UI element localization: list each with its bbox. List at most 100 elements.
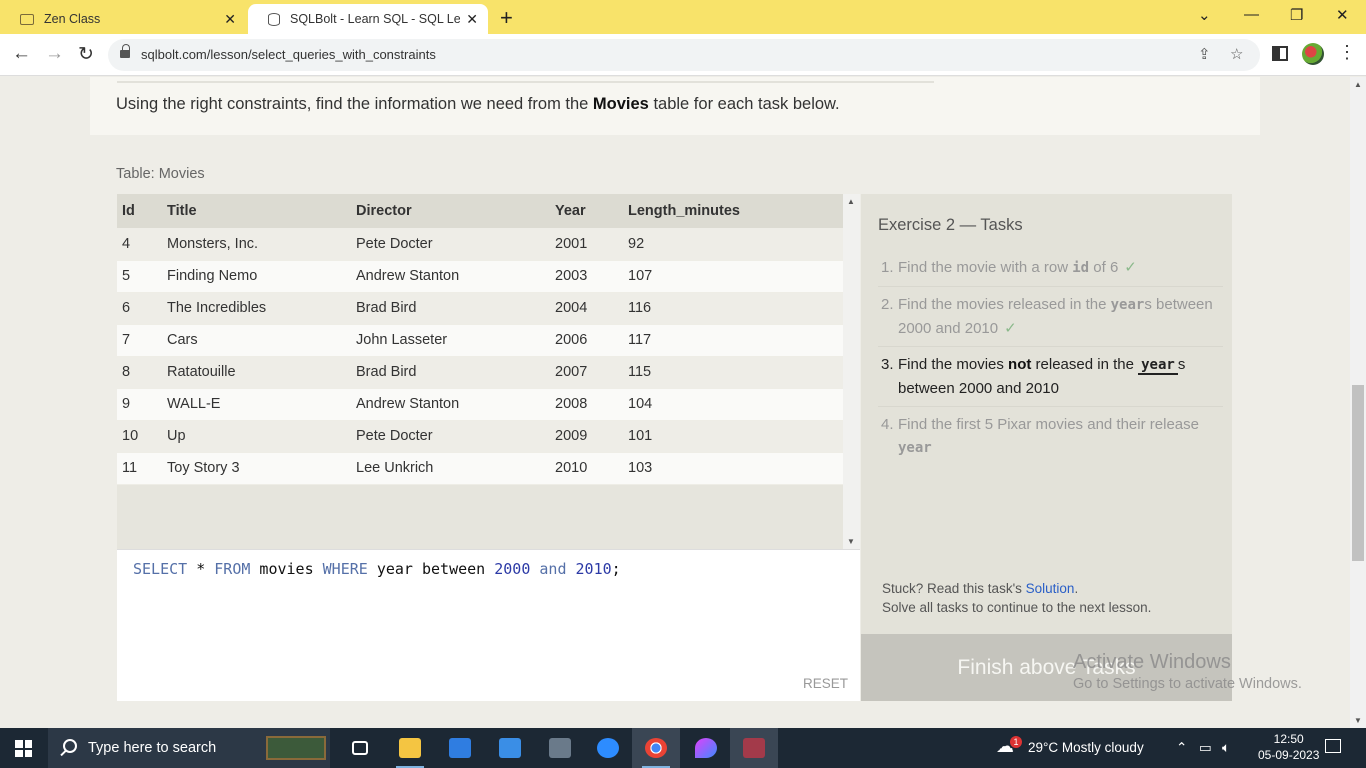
share-icon[interactable]: ⇪ bbox=[1198, 45, 1211, 63]
volume-icon[interactable]: 🔈︎ bbox=[1222, 740, 1230, 756]
task-text: released in the bbox=[1031, 356, 1139, 373]
tab-zen-class[interactable]: Zen Class ✕ bbox=[0, 4, 246, 34]
microsoft-store-icon[interactable] bbox=[436, 728, 484, 768]
task-code: year bbox=[1138, 357, 1178, 375]
kebab-menu-icon[interactable]: ⋮ bbox=[1338, 42, 1356, 63]
cell-id: 6 bbox=[117, 292, 162, 325]
column-header-title: Title bbox=[162, 194, 351, 228]
cell-length: 115 bbox=[623, 356, 843, 389]
tab-sqlbolt[interactable]: SQLBolt - Learn SQL - SQL Lesson ✕ bbox=[248, 4, 488, 34]
cell-director: Andrew Stanton bbox=[351, 260, 550, 293]
scroll-down-arrow-icon[interactable]: ▼ bbox=[847, 537, 855, 546]
page-scrollbar[interactable]: ▲ ▼ bbox=[1350, 77, 1366, 728]
reload-icon[interactable]: ↻ bbox=[78, 43, 94, 66]
browser-tab-bar: Zen Class ✕ SQLBolt - Learn SQL - SQL Le… bbox=[0, 0, 1366, 34]
search-highlight-image[interactable] bbox=[266, 736, 326, 760]
cell-director: Pete Docter bbox=[351, 228, 550, 261]
zoom-icon[interactable] bbox=[584, 728, 632, 768]
back-arrow-icon[interactable]: ← bbox=[12, 43, 31, 65]
weather-text[interactable]: 29°C Mostly cloudy bbox=[1028, 740, 1144, 755]
sql-text: * bbox=[187, 560, 215, 578]
url-text[interactable]: sqlbolt.com/lesson/select_queries_with_c… bbox=[141, 47, 436, 62]
notifications-icon[interactable] bbox=[1325, 739, 1341, 753]
scroll-up-arrow-icon[interactable]: ▲ bbox=[847, 197, 855, 206]
cell-director: Andrew Stanton bbox=[351, 388, 550, 421]
task-code: year bbox=[898, 440, 932, 456]
window-close-icon[interactable]: ✕ bbox=[1336, 6, 1349, 24]
divider bbox=[117, 81, 934, 83]
cell-year: 2009 bbox=[550, 420, 623, 453]
solution-link[interactable]: Solution bbox=[1026, 581, 1075, 596]
table-header-row: Id Title Director Year Length_minutes bbox=[117, 194, 843, 228]
search-placeholder: Type here to search bbox=[88, 740, 217, 756]
cell-id: 8 bbox=[117, 356, 162, 389]
stuck-help-text: Stuck? Read this task's Solution. Solve … bbox=[882, 581, 1152, 615]
sql-number: 2000 bbox=[494, 560, 531, 578]
cell-id: 9 bbox=[117, 388, 162, 421]
sql-keyword: SELECT bbox=[133, 560, 188, 578]
task-text: of 6 bbox=[1089, 259, 1119, 276]
lock-icon[interactable] bbox=[120, 44, 130, 60]
chrome-icon[interactable] bbox=[632, 728, 680, 768]
profile-avatar[interactable] bbox=[1302, 43, 1324, 65]
new-tab-plus-icon[interactable]: + bbox=[500, 5, 513, 31]
windows-start-icon[interactable] bbox=[15, 740, 32, 757]
chevron-down-icon[interactable]: ⌄ bbox=[1198, 6, 1211, 24]
close-icon[interactable]: ✕ bbox=[466, 11, 478, 28]
forward-arrow-icon[interactable]: → bbox=[45, 43, 64, 65]
system-clock[interactable]: 12:50 05-09-2023 bbox=[1258, 731, 1319, 763]
cell-id: 5 bbox=[117, 260, 162, 293]
activate-windows-watermark: Activate Windows Go to Settings to activ… bbox=[1073, 651, 1302, 692]
restore-icon[interactable]: ❐ bbox=[1290, 6, 1303, 24]
sql-number: 2010 bbox=[575, 560, 612, 578]
url-omnibox[interactable]: sqlbolt.com/lesson/select_queries_with_c… bbox=[108, 39, 1260, 71]
tasks-title: Exercise 2 — Tasks bbox=[878, 216, 1023, 234]
weather-badge: 1 bbox=[1010, 736, 1022, 748]
paint-drop-icon[interactable] bbox=[682, 728, 730, 768]
task-item: 4. Find the first 5 Pixar movies and thei… bbox=[878, 407, 1223, 466]
scrollbar-thumb[interactable] bbox=[1352, 385, 1364, 561]
column-header-year: Year bbox=[550, 194, 623, 228]
column-header-id: Id bbox=[117, 194, 162, 228]
task-text: Find the movies bbox=[898, 356, 1009, 373]
table-scrollbar[interactable]: ▲ ▼ bbox=[843, 194, 860, 549]
file-explorer-icon[interactable] bbox=[386, 728, 434, 768]
cell-id: 10 bbox=[117, 420, 162, 453]
minimize-icon[interactable]: — bbox=[1244, 6, 1259, 23]
task-view-icon[interactable] bbox=[336, 728, 384, 768]
task-number: 1. bbox=[881, 259, 894, 276]
search-icon bbox=[63, 739, 77, 753]
camera-icon[interactable] bbox=[536, 728, 584, 768]
mail-icon[interactable] bbox=[486, 728, 534, 768]
winrar-icon[interactable] bbox=[730, 728, 778, 768]
page-content: Using the right constraints, find the in… bbox=[0, 77, 1350, 728]
task-number: 2. bbox=[881, 296, 894, 313]
scroll-down-arrow-icon[interactable]: ▼ bbox=[1354, 716, 1362, 725]
task-item: 2. Find the movies released in the years … bbox=[878, 287, 1223, 347]
sql-query-editor[interactable]: SELECT * FROM movies WHERE year between … bbox=[117, 549, 860, 701]
cell-length: 107 bbox=[623, 260, 843, 293]
close-icon[interactable]: ✕ bbox=[224, 11, 236, 28]
checkmark-icon: ✓ bbox=[1124, 259, 1137, 276]
cell-title: WALL-E bbox=[162, 388, 351, 421]
battery-icon[interactable]: ▭ bbox=[1199, 740, 1212, 756]
task-text: Find the first 5 Pixar movies and their … bbox=[898, 416, 1199, 433]
sql-query-text[interactable]: SELECT * FROM movies WHERE year between … bbox=[133, 560, 621, 578]
table-row: 8 Ratatouille Brad Bird 2007 115 bbox=[117, 356, 843, 389]
sql-text: ; bbox=[611, 560, 621, 578]
movies-table: Id Title Director Year Length_minutes 4M… bbox=[117, 194, 843, 485]
tasks-panel: Exercise 2 — Tasks 1. Find the movie with… bbox=[861, 194, 1232, 634]
sql-keyword: and bbox=[539, 560, 567, 578]
scroll-up-arrow-icon[interactable]: ▲ bbox=[1354, 80, 1362, 89]
table-row: 7 Cars John Lasseter 2006 117 bbox=[117, 324, 843, 357]
column-header-length: Length_minutes bbox=[623, 194, 843, 228]
table-row: 5 Finding Nemo Andrew Stanton 2003 107 bbox=[117, 260, 843, 293]
cell-length: 103 bbox=[623, 452, 843, 485]
chevron-up-icon[interactable]: ⌃ bbox=[1176, 740, 1187, 756]
cell-length: 104 bbox=[623, 388, 843, 421]
star-bookmark-icon[interactable]: ☆ bbox=[1230, 45, 1243, 63]
cell-title: Monsters, Inc. bbox=[162, 228, 351, 261]
cell-title: Toy Story 3 bbox=[162, 452, 351, 485]
reset-button[interactable]: RESET bbox=[803, 676, 848, 691]
side-panel-icon[interactable] bbox=[1272, 46, 1288, 61]
